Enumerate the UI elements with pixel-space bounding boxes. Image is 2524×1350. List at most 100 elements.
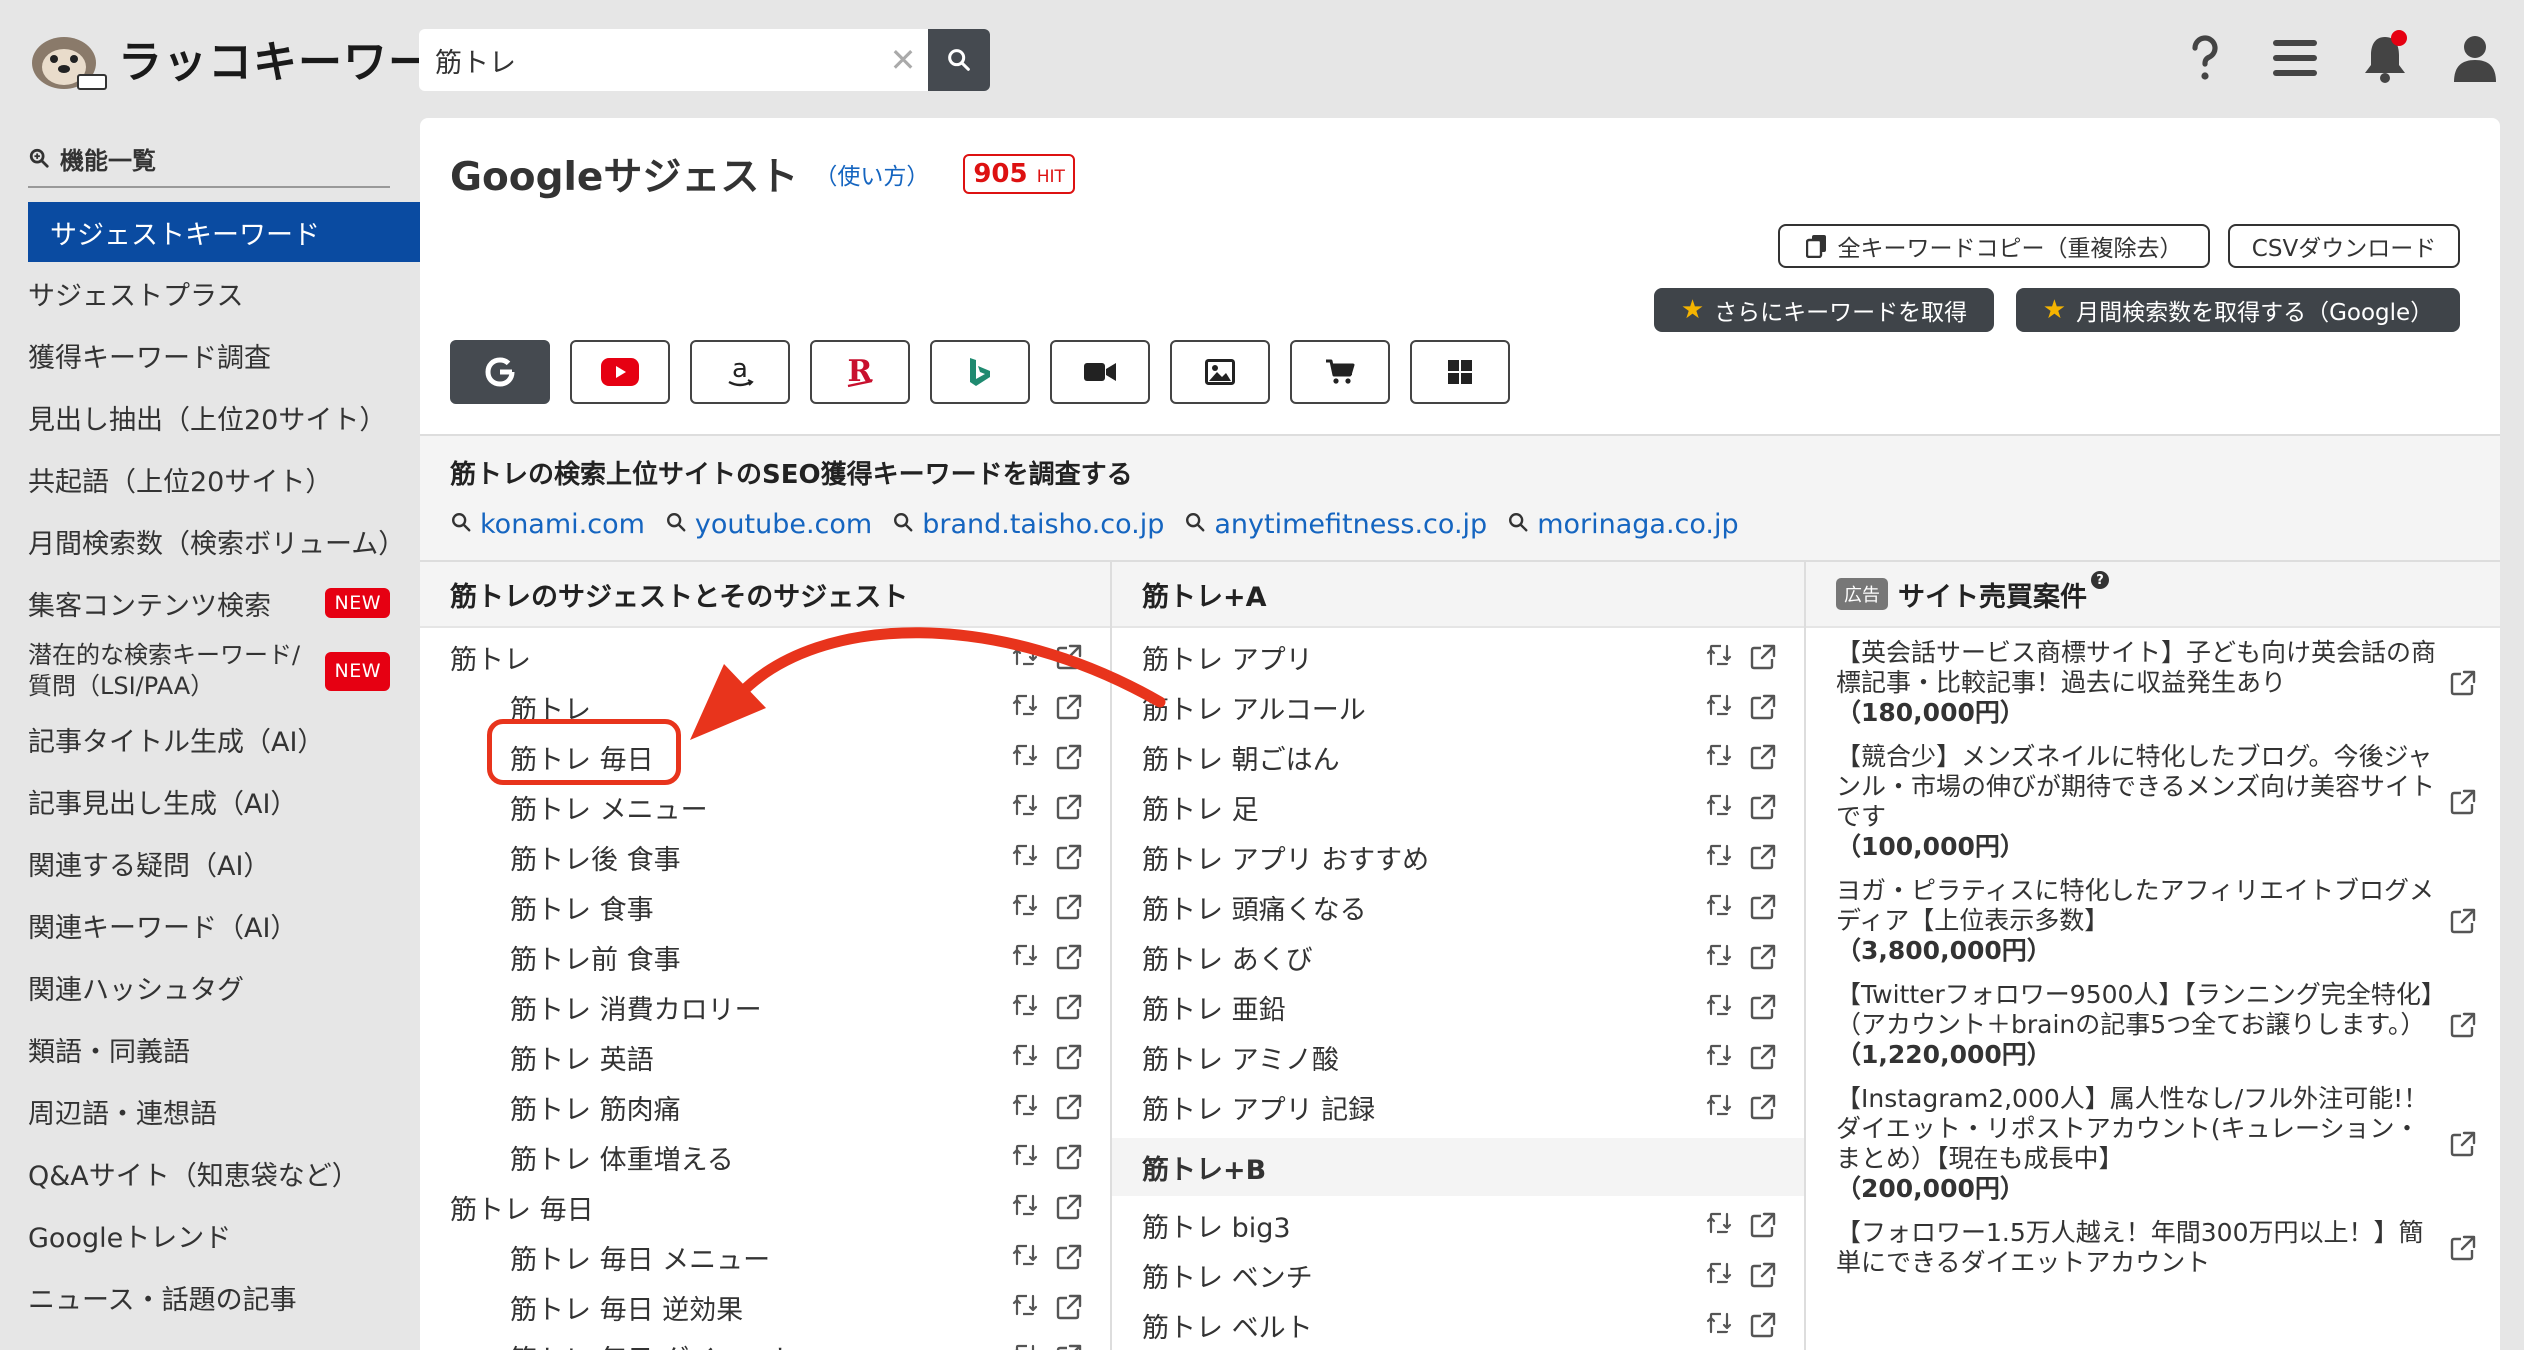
keyword-text[interactable]: 筋トレ ベンチ bbox=[1142, 1256, 1313, 1295]
help-icon[interactable]: ? bbox=[2091, 571, 2109, 589]
repeat-suggest-icon[interactable] bbox=[1012, 1244, 1038, 1270]
external-link-icon[interactable] bbox=[1056, 1044, 1082, 1070]
sidebar-item[interactable]: 見出し抽出（上位20サイト） bbox=[0, 386, 420, 448]
repeat-suggest-icon[interactable] bbox=[1706, 994, 1732, 1020]
get-more-keywords-button[interactable]: ★ さらにキーワードを取得 bbox=[1654, 288, 1994, 332]
sidebar-item[interactable]: ニュース・話題の記事 bbox=[0, 1266, 420, 1328]
keyword-text[interactable]: 筋トレ アルコール bbox=[1142, 688, 1366, 727]
google-tab[interactable] bbox=[450, 340, 550, 404]
seo-site-link[interactable]: morinaga.co.jp bbox=[1507, 509, 1739, 540]
keyword-text[interactable]: 筋トレ big3 bbox=[1142, 1206, 1291, 1245]
keyword-row[interactable]: 筋トレ big3 bbox=[1112, 1200, 1804, 1250]
repeat-suggest-icon[interactable] bbox=[1012, 644, 1038, 670]
usage-link[interactable]: （使い方） bbox=[814, 157, 929, 191]
sidebar-item[interactable]: 記事見出し生成（AI） bbox=[0, 770, 420, 832]
keyword-text[interactable]: 筋トレ アプリ bbox=[1142, 638, 1313, 677]
seo-site-link[interactable]: brand.taisho.co.jp bbox=[892, 509, 1164, 540]
amazon-tab[interactable]: a bbox=[690, 340, 790, 404]
keyword-text[interactable]: 筋トレ メニュー bbox=[510, 788, 708, 827]
external-link-icon[interactable] bbox=[1750, 944, 1776, 970]
repeat-suggest-icon[interactable] bbox=[1706, 694, 1732, 720]
keyword-row[interactable]: 筋トレ 朝ごはん bbox=[1112, 732, 1804, 782]
bell-icon[interactable] bbox=[2360, 28, 2410, 88]
sidebar-item[interactable]: 周辺語・連想語 bbox=[0, 1080, 420, 1142]
keyword-text[interactable]: 筋トレ 英語 bbox=[510, 1038, 654, 1077]
keyword-row[interactable]: 筋トレ 頭痛くなる bbox=[1112, 882, 1804, 932]
external-link-icon[interactable] bbox=[1056, 794, 1082, 820]
external-link-icon[interactable] bbox=[1056, 1294, 1082, 1320]
ad-title[interactable]: 【英会話サービス商標サイト】子ども向け英会話の商標記事・比較記事！過去に収益発生… bbox=[1836, 638, 2436, 697]
keyword-row[interactable]: 筋トレ前 食事 bbox=[420, 932, 1110, 982]
repeat-suggest-icon[interactable] bbox=[1012, 1194, 1038, 1220]
external-link-icon[interactable] bbox=[1056, 1144, 1082, 1170]
clear-icon[interactable]: ✕ bbox=[881, 29, 925, 91]
external-link-icon[interactable] bbox=[1056, 744, 1082, 770]
sidebar-item[interactable]: 月間検索数（検索ボリューム） bbox=[0, 510, 420, 572]
keyword-row[interactable]: 筋トレ あくび bbox=[1112, 932, 1804, 982]
repeat-suggest-icon[interactable] bbox=[1012, 794, 1038, 820]
keyword-text[interactable]: 筋トレ 体重増える bbox=[510, 1138, 734, 1177]
repeat-suggest-icon[interactable] bbox=[1012, 894, 1038, 920]
external-link-icon[interactable] bbox=[1056, 644, 1082, 670]
repeat-suggest-icon[interactable] bbox=[1706, 1262, 1732, 1288]
keyword-row[interactable]: 筋トレ 英語 bbox=[420, 1032, 1110, 1082]
repeat-suggest-icon[interactable] bbox=[1706, 1044, 1732, 1070]
repeat-suggest-icon[interactable] bbox=[1706, 1312, 1732, 1338]
sidebar-item[interactable]: サジェストプラス bbox=[0, 262, 420, 324]
keyword-text[interactable]: 筋トレ あくび bbox=[1142, 938, 1313, 977]
keyword-row[interactable]: 筋トレ アプリ 記録 bbox=[1112, 1082, 1804, 1132]
ad-listing[interactable]: 【Instagram2,000人】属人性なし/フル外注可能!！ダイエット・リポス… bbox=[1836, 1084, 2476, 1204]
keyword-text[interactable]: 筋トレ アプリ 記録 bbox=[1142, 1088, 1375, 1127]
external-link-icon[interactable] bbox=[1750, 994, 1776, 1020]
logo[interactable]: ラッコキーワード bbox=[24, 20, 478, 96]
seo-site-link[interactable]: youtube.com bbox=[665, 509, 872, 540]
external-link-icon[interactable] bbox=[2436, 789, 2476, 815]
external-link-icon[interactable] bbox=[1750, 1312, 1776, 1338]
ad-listing[interactable]: 【英会話サービス商標サイト】子ども向け英会話の商標記事・比較記事！過去に収益発生… bbox=[1836, 638, 2476, 728]
sidebar-item[interactable]: Googleトレンド bbox=[0, 1204, 420, 1266]
external-link-icon[interactable] bbox=[1056, 1244, 1082, 1270]
copy-all-keywords-button[interactable]: 全キーワードコピー（重複除去） bbox=[1778, 224, 2210, 268]
external-link-icon[interactable] bbox=[1750, 1262, 1776, 1288]
ad-listing[interactable]: 【競合少】メンズネイルに特化したブログ。今後ジャンル・市場の伸びが期待できるメン… bbox=[1836, 742, 2476, 862]
repeat-suggest-icon[interactable] bbox=[1012, 744, 1038, 770]
sidebar-item[interactable]: 関連キーワード（AI） bbox=[0, 894, 420, 956]
repeat-suggest-icon[interactable] bbox=[1706, 894, 1732, 920]
external-link-icon[interactable] bbox=[1750, 844, 1776, 870]
repeat-suggest-icon[interactable] bbox=[1706, 794, 1732, 820]
keyword-row[interactable]: 筋トレ後 食事 bbox=[420, 832, 1110, 882]
keyword-row[interactable]: 筋トレ 足 bbox=[1112, 782, 1804, 832]
repeat-suggest-icon[interactable] bbox=[1012, 1094, 1038, 1120]
external-link-icon[interactable] bbox=[2436, 1235, 2476, 1261]
ad-title[interactable]: ヨガ・ピラティスに特化したアフィリエイトブログメディア【上位表示多数】 bbox=[1836, 876, 2434, 935]
seo-site-link[interactable]: anytimefitness.co.jp bbox=[1184, 509, 1487, 540]
external-link-icon[interactable] bbox=[1750, 794, 1776, 820]
external-link-icon[interactable] bbox=[1056, 944, 1082, 970]
keyword-text[interactable]: 筋トレ 亜鉛 bbox=[1142, 988, 1286, 1027]
repeat-suggest-icon[interactable] bbox=[1012, 994, 1038, 1020]
help-icon[interactable] bbox=[2180, 28, 2230, 88]
keyword-row[interactable]: 筋トレ アルコール bbox=[1112, 682, 1804, 732]
external-link-icon[interactable] bbox=[1056, 994, 1082, 1020]
sidebar-item[interactable]: 共起語（上位20サイト） bbox=[0, 448, 420, 510]
keyword-row[interactable]: 筋トレ bbox=[420, 682, 1110, 732]
keyword-text[interactable]: 筋トレ 毎日 bbox=[450, 1188, 594, 1227]
ad-title[interactable]: 【Instagram2,000人】属人性なし/フル外注可能!！ダイエット・リポス… bbox=[1836, 1084, 2428, 1173]
keyword-text[interactable]: 筋トレ アミノ酸 bbox=[1142, 1038, 1339, 1077]
keyword-row[interactable]: 筋トレ 消費カロリー bbox=[420, 982, 1110, 1032]
keyword-text[interactable]: 筋トレ 朝ごはん bbox=[1142, 738, 1340, 777]
bing-tab[interactable] bbox=[930, 340, 1030, 404]
keyword-row[interactable]: 筋トレ 食事 bbox=[420, 882, 1110, 932]
repeat-suggest-icon[interactable] bbox=[1706, 1212, 1732, 1238]
keyword-text[interactable]: 筋トレ ベルト bbox=[1142, 1306, 1313, 1345]
keyword-text[interactable]: 筋トレ後 食事 bbox=[510, 838, 681, 877]
ad-listing[interactable]: ヨガ・ピラティスに特化したアフィリエイトブログメディア【上位表示多数】 （3,80… bbox=[1836, 876, 2476, 966]
ad-listing[interactable]: 【Twitterフォロワー9500人】【ランニング完全特化】（アカウント＋bra… bbox=[1836, 980, 2476, 1070]
image-tab[interactable] bbox=[1170, 340, 1270, 404]
keyword-row[interactable]: 筋トレ 毎日 bbox=[420, 732, 1110, 782]
sidebar-item[interactable]: 関連ハッシュタグ bbox=[0, 956, 420, 1018]
keyword-row[interactable]: 筋トレ アプリ bbox=[1112, 632, 1804, 682]
sidebar-item[interactable]: 関連する疑問（AI） bbox=[0, 832, 420, 894]
keyword-row[interactable]: 筋トレ 毎日 逆効果 bbox=[420, 1282, 1110, 1332]
keyword-row[interactable]: 筋トレ ベルト bbox=[1112, 1300, 1804, 1350]
